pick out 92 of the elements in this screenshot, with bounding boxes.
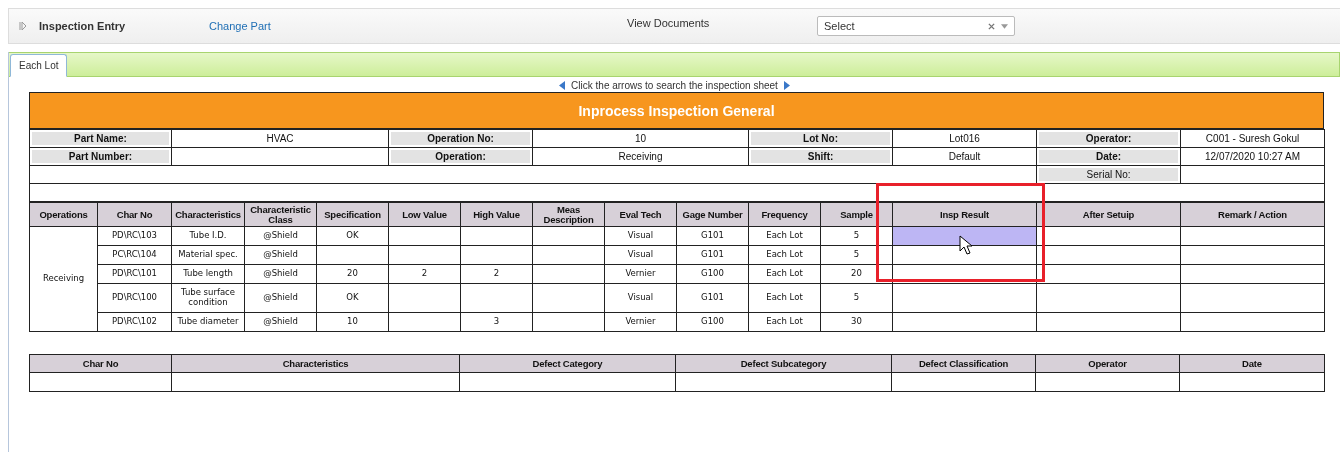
- table-cell: G101: [676, 226, 749, 246]
- documents-label: View Documents: [627, 17, 711, 29]
- column-header: Specification: [316, 202, 389, 227]
- table-cell: @Shield: [244, 226, 317, 246]
- collapse-icon[interactable]: [19, 21, 27, 31]
- column-header: Operations: [29, 202, 98, 227]
- column-header: Char No: [29, 354, 172, 373]
- table-cell: 20: [316, 264, 389, 284]
- field-label: Operation No:: [388, 129, 533, 148]
- table-cell: Vernier: [604, 312, 677, 332]
- column-header: Characteristics: [171, 354, 460, 373]
- table-cell: 10: [316, 312, 389, 332]
- table-cell: Material spec.: [171, 245, 245, 265]
- table-cell: 2: [388, 264, 461, 284]
- column-header: Characteristic Class: [244, 202, 317, 227]
- table-cell: Tube length: [171, 264, 245, 284]
- field-value: HVAC: [171, 129, 389, 148]
- table-cell: @Shield: [244, 283, 317, 313]
- table-cell: 5: [820, 226, 893, 246]
- document-select[interactable]: Select: [817, 16, 1015, 36]
- change-part-link[interactable]: Change Part: [209, 20, 627, 32]
- table-cell: Receiving: [29, 226, 98, 332]
- table-cell: Each Lot: [748, 245, 821, 265]
- column-header: Defect Category: [459, 354, 676, 373]
- table-cell: @Shield: [244, 245, 317, 265]
- table-cell: 5: [820, 283, 893, 313]
- table-cell: G100: [676, 312, 749, 332]
- column-header: Char No: [97, 202, 172, 227]
- dropdown-caret-icon[interactable]: [1001, 23, 1008, 29]
- field-value: 12/07/2020 10:27 AM: [1180, 147, 1325, 166]
- table-cell: PD\RC\103: [97, 226, 172, 246]
- column-header: Frequency: [748, 202, 821, 227]
- table-cell: 5: [820, 245, 893, 265]
- column-header: Remark / Action: [1180, 202, 1325, 227]
- table-cell: 20: [820, 264, 893, 284]
- column-header: Defect Subcategory: [675, 354, 892, 373]
- table-cell: Tube I.D.: [171, 226, 245, 246]
- navigation-hint: Click the arrows to search the inspection sheet: [571, 79, 778, 91]
- field-label: Operator:: [1036, 129, 1181, 148]
- table-cell: Each Lot: [748, 283, 821, 313]
- sheet-title: Inprocess Inspection General: [29, 92, 1324, 129]
- clear-icon[interactable]: [988, 22, 995, 30]
- column-header: Operator: [1035, 354, 1180, 373]
- table-cell: PD\RC\100: [97, 283, 172, 313]
- table-cell: Each Lot: [748, 264, 821, 284]
- table-cell: PC\RC\104: [97, 245, 172, 265]
- table-cell: @Shield: [244, 312, 317, 332]
- table-cell: G101: [676, 283, 749, 313]
- table-cell: Visual: [604, 226, 677, 246]
- column-header: Insp Result: [892, 202, 1037, 227]
- table-cell: Tube diameter: [171, 312, 245, 332]
- column-header: High Value: [460, 202, 533, 227]
- table-cell: Visual: [604, 283, 677, 313]
- table-cell: G100: [676, 264, 749, 284]
- result-input-cell[interactable]: [892, 283, 1037, 313]
- table-cell: OK: [316, 283, 389, 313]
- next-arrow-icon[interactable]: [783, 80, 790, 90]
- column-header: Characteristics: [171, 202, 245, 227]
- column-header: Sample: [820, 202, 893, 227]
- table-cell: 2: [460, 264, 533, 284]
- table-cell: G101: [676, 245, 749, 265]
- field-label: Part Name:: [29, 129, 172, 148]
- column-header: After Setuip: [1036, 202, 1181, 227]
- field-value: Default: [892, 147, 1037, 166]
- field-value: 10: [532, 129, 749, 148]
- column-header: Defect Classification: [891, 354, 1036, 373]
- table-cell: Visual: [604, 245, 677, 265]
- table-cell: Each Lot: [748, 226, 821, 246]
- table-cell: PD\RC\102: [97, 312, 172, 332]
- table-cell: 30: [820, 312, 893, 332]
- column-header: Date: [1179, 354, 1325, 373]
- tab[interactable]: Each Lot: [10, 54, 68, 77]
- result-input-cell[interactable]: [892, 264, 1037, 284]
- column-header: Eval Tech: [604, 202, 677, 227]
- previous-arrow-icon[interactable]: [559, 80, 566, 90]
- field-value: Receiving: [532, 147, 749, 166]
- table-cell: PD\RC\101: [97, 264, 172, 284]
- table-cell: Each Lot: [748, 312, 821, 332]
- field-value: Lot016: [892, 129, 1037, 148]
- result-input-cell[interactable]: [892, 312, 1037, 332]
- table-cell: Vernier: [604, 264, 677, 284]
- mouse-pointer-icon: [959, 235, 973, 255]
- field-value: C001 - Suresh Gokul: [1180, 129, 1325, 148]
- column-header: Low Value: [388, 202, 461, 227]
- column-header: Meas Description: [532, 202, 605, 227]
- table-cell: OK: [316, 226, 389, 246]
- column-header: Gage Number: [676, 202, 749, 227]
- field-label: Lot No:: [748, 129, 893, 148]
- page-title: Inspection Entry: [39, 20, 127, 32]
- table-cell: Tube surface condition: [171, 283, 245, 313]
- table-cell: 3: [460, 312, 533, 332]
- table-cell: @Shield: [244, 264, 317, 284]
